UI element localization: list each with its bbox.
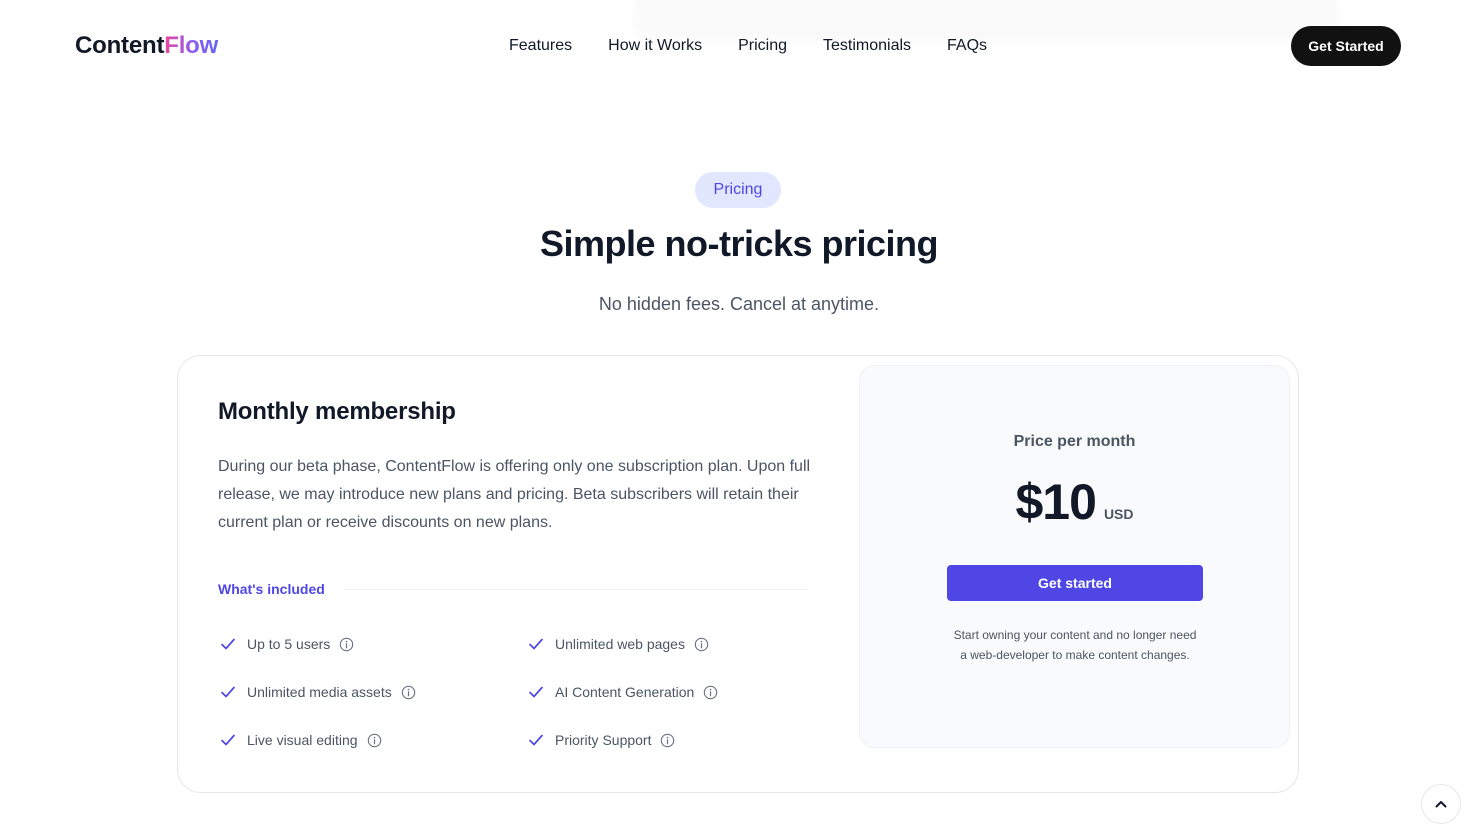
section-subtitle: No hidden fees. Cancel at anytime. <box>598 294 880 314</box>
pricing-card: Monthly membership During our beta phase… <box>177 355 1299 793</box>
get-started-header-button[interactable]: Get Started <box>1291 26 1401 66</box>
feature-label: Live visual editing <box>247 732 358 748</box>
feature-item: Live visual editing <box>219 731 382 749</box>
info-icon[interactable] <box>703 685 718 700</box>
info-icon[interactable] <box>694 637 709 652</box>
price-row: $10 USD <box>860 472 1289 532</box>
included-divider <box>344 589 809 590</box>
price-currency: USD <box>1103 506 1134 522</box>
check-icon <box>529 686 543 698</box>
section-title: Simple no-tricks pricing <box>539 223 939 264</box>
nav-testimonials[interactable]: Testimonials <box>823 36 911 56</box>
get-started-button[interactable]: Get started <box>947 565 1203 601</box>
price-amount: $10 <box>1015 474 1097 530</box>
main-nav: Features How it Works Pricing Testimonia… <box>509 36 987 56</box>
included-label: What's included <box>218 581 325 597</box>
nav-features[interactable]: Features <box>509 36 572 56</box>
chevron-up-icon <box>1435 801 1447 808</box>
feature-item: Up to 5 users <box>219 635 354 653</box>
check-icon <box>221 734 235 746</box>
check-icon <box>529 638 543 650</box>
plan-description: During our beta phase, ContentFlow is of… <box>218 458 811 531</box>
scroll-to-top-button[interactable] <box>1421 784 1461 824</box>
feature-item: Unlimited media assets <box>219 683 416 701</box>
info-icon[interactable] <box>401 685 416 700</box>
price-panel: Price per month $10 USD Get started Star… <box>859 365 1290 748</box>
info-icon[interactable] <box>660 733 675 748</box>
background-glow <box>636 0 1336 32</box>
check-icon <box>221 638 235 650</box>
price-note: Start owning your content and no longer … <box>953 628 1197 662</box>
nav-how-it-works[interactable]: How it Works <box>608 36 702 56</box>
nav-pricing[interactable]: Pricing <box>738 36 787 56</box>
feature-item: Unlimited web pages <box>527 635 709 653</box>
feature-label: Unlimited web pages <box>555 636 685 652</box>
check-icon <box>529 734 543 746</box>
logo-primary: Content <box>75 32 165 59</box>
info-icon[interactable] <box>339 637 354 652</box>
feature-item: AI Content Generation <box>527 683 718 701</box>
feature-item: Priority Support <box>527 731 675 749</box>
info-icon[interactable] <box>367 733 382 748</box>
pricing-page: ContentFlow Features How it Works Pricin… <box>0 0 1478 839</box>
feature-label: Priority Support <box>555 732 652 748</box>
nav-faqs[interactable]: FAQs <box>947 36 987 56</box>
feature-label: Unlimited media assets <box>247 684 392 700</box>
price-label: Price per month <box>1013 433 1136 450</box>
logo-accent: Flow <box>164 32 219 59</box>
feature-label: Up to 5 users <box>247 636 331 652</box>
feature-label: AI Content Generation <box>555 684 695 700</box>
check-icon <box>221 686 235 698</box>
plan-title: Monthly membership <box>218 398 456 425</box>
logo[interactable]: ContentFlow <box>75 31 218 61</box>
section-badge: Pricing <box>695 172 781 208</box>
